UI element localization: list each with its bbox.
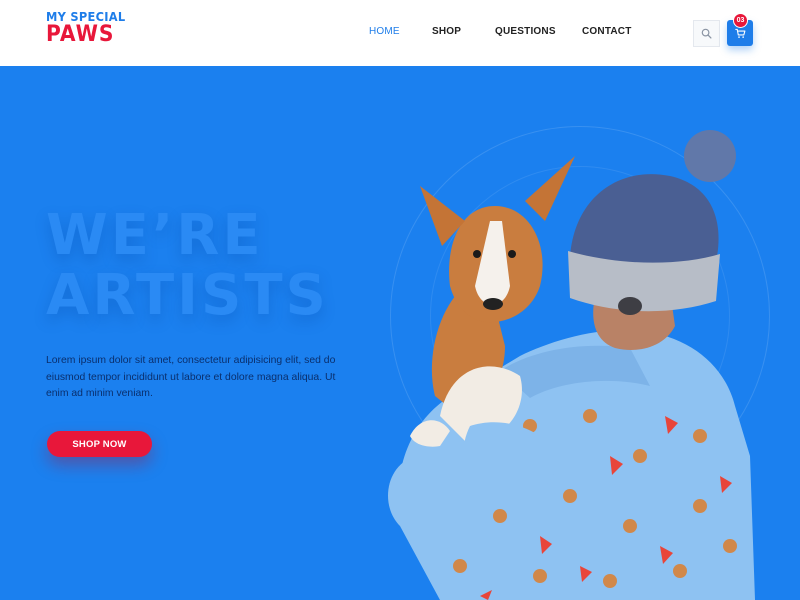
nav-item-shop[interactable]: SHOP — [432, 26, 461, 37]
nav-item-contact[interactable]: CONTACT — [582, 26, 632, 37]
hero-description: Lorem ipsum dolor sit amet, consectetur … — [46, 355, 336, 399]
shop-now-button[interactable]: SHOP NOW — [47, 431, 152, 457]
headline-line-1: WE’RE — [46, 203, 264, 268]
cart-count-badge: 03 — [733, 13, 748, 28]
nav-item-questions[interactable]: QUESTIONS — [495, 26, 556, 37]
main-nav: HOME SHOP QUESTIONS CONTACT — [0, 26, 800, 40]
search-button[interactable] — [693, 20, 720, 47]
hero-section: WE’RE ARTISTS Lorem ipsum dolor sit amet… — [0, 66, 800, 600]
site-header: MY SPECIAL PAWS HOME SHOP QUESTIONS CONT… — [0, 0, 800, 66]
search-icon — [701, 28, 712, 39]
headline-line-2: ARTISTS — [46, 263, 329, 328]
hero-headline: WE’RE ARTISTS — [46, 206, 329, 326]
cart-icon — [734, 28, 745, 38]
hero-photo — [388, 130, 755, 600]
beanie — [568, 130, 736, 315]
nav-item-home[interactable]: HOME — [369, 26, 400, 37]
